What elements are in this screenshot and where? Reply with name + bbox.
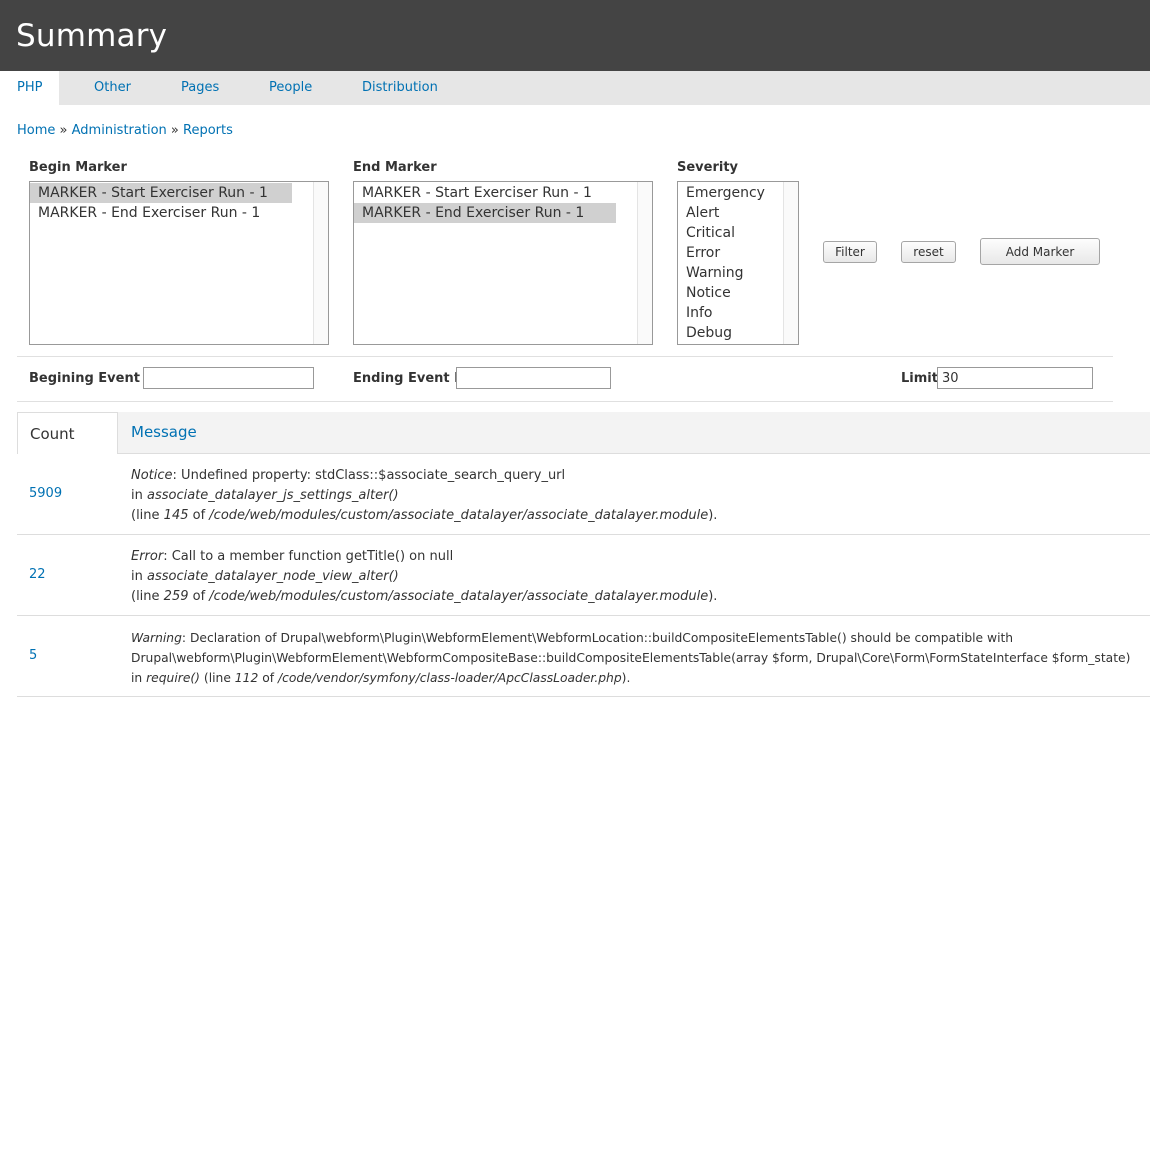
begin-event-id-input[interactable]: [143, 367, 314, 389]
limit-input[interactable]: [937, 367, 1093, 389]
message-text: : Declaration of Drupal\webform\Plugin\W…: [181, 631, 1014, 645]
message-end: ).: [708, 508, 718, 523]
scrollbar[interactable]: [783, 182, 798, 344]
severity-option-error[interactable]: Error: [678, 243, 798, 263]
begin-marker-option[interactable]: MARKER - End Exerciser Run - 1: [30, 203, 292, 223]
page-header: Summary: [0, 0, 1150, 71]
scrollbar[interactable]: [637, 182, 652, 344]
message-cell: Warning: Declaration of Drupal\webform\P…: [131, 628, 1130, 688]
count-link[interactable]: 5: [29, 648, 37, 663]
severity-option-critical[interactable]: Critical: [678, 223, 798, 243]
function-name: associate_datalayer_node_view_alter(): [146, 569, 399, 584]
divider: [17, 401, 1113, 402]
message-of: of: [188, 508, 210, 523]
begin-marker-label: Begin Marker: [29, 160, 127, 175]
table-row: 22 Error: Call to a member function getT…: [17, 535, 1150, 616]
table-header: Count Message: [17, 412, 1150, 454]
severity-option-debug[interactable]: Debug: [678, 323, 798, 343]
end-marker-option[interactable]: MARKER - End Exerciser Run - 1: [354, 203, 616, 223]
tab-distribution[interactable]: Distribution: [345, 71, 455, 105]
page-title: Summary: [16, 18, 168, 54]
breadcrumb-reports[interactable]: Reports: [183, 123, 233, 138]
file-path: /code/web/modules/custom/associate_datal…: [209, 589, 709, 604]
message-end: ).: [708, 589, 718, 604]
message-line-prefix: (line: [131, 589, 164, 604]
divider: [17, 356, 1113, 357]
line-number: 112: [234, 671, 259, 685]
function-name: require(): [146, 671, 200, 685]
count-link[interactable]: 22: [29, 567, 46, 582]
end-marker-option[interactable]: MARKER - Start Exerciser Run - 1: [354, 183, 616, 203]
function-name: associate_datalayer_js_settings_alter(): [146, 488, 399, 503]
end-marker-label: End Marker: [353, 160, 437, 175]
tab-pages[interactable]: Pages: [164, 71, 236, 105]
severity-option-info[interactable]: Info: [678, 303, 798, 323]
message-cell: Notice: Undefined property: stdClass::$a…: [131, 466, 717, 526]
tab-php[interactable]: PHP: [0, 71, 60, 105]
column-header-count[interactable]: Count: [17, 412, 118, 454]
breadcrumb-separator: »: [59, 123, 68, 138]
breadcrumb: Home » Administration » Reports: [17, 123, 233, 138]
table-row: 5 Warning: Declaration of Drupal\webform…: [17, 616, 1150, 697]
limit-label: Limit: [901, 371, 938, 386]
add-marker-button[interactable]: Add Marker: [980, 238, 1100, 265]
column-header-message[interactable]: Message: [131, 423, 197, 441]
log-summary-table: Count Message 5909 Notice: Undefined pro…: [17, 412, 1150, 697]
message-cell: Error: Call to a member function getTitl…: [131, 547, 717, 607]
reset-button[interactable]: reset: [901, 241, 956, 263]
begin-marker-option[interactable]: MARKER - Start Exerciser Run - 1: [30, 183, 292, 203]
message-end: ).: [621, 671, 631, 685]
message-line-prefix: (line: [131, 508, 164, 523]
line-number: 259: [163, 589, 189, 604]
filter-button[interactable]: Filter: [823, 241, 877, 263]
begin-event-id-label: Begining Event ID: [29, 371, 161, 386]
end-event-id-input[interactable]: [456, 367, 611, 389]
breadcrumb-administration[interactable]: Administration: [72, 123, 167, 138]
tab-bar: PHP Other Pages People Distribution: [0, 71, 1150, 105]
message-line-prefix: (line: [199, 671, 235, 685]
severity-option-notice[interactable]: Notice: [678, 283, 798, 303]
tab-other[interactable]: Other: [77, 71, 148, 105]
breadcrumb-home[interactable]: Home: [17, 123, 55, 138]
message-text-continued: Drupal\webform\Plugin\WebformElement\Web…: [131, 651, 1131, 665]
message-text: : Call to a member function getTitle() o…: [163, 549, 454, 564]
severity-type: Warning: [131, 631, 182, 645]
severity-option-alert[interactable]: Alert: [678, 203, 798, 223]
severity-option-emergency[interactable]: Emergency: [678, 183, 798, 203]
severity-type: Notice: [131, 468, 173, 483]
severity-label: Severity: [677, 160, 739, 175]
message-in: in: [131, 569, 147, 584]
line-number: 145: [163, 508, 189, 523]
message-text: : Undefined property: stdClass::$associa…: [172, 468, 566, 483]
severity-type: Error: [131, 549, 164, 564]
file-path: /code/web/modules/custom/associate_datal…: [209, 508, 709, 523]
scrollbar[interactable]: [313, 182, 328, 344]
message-of: of: [188, 589, 210, 604]
message-in: in: [131, 488, 147, 503]
end-marker-select[interactable]: MARKER - Start Exerciser Run - 1 MARKER …: [353, 181, 653, 345]
breadcrumb-separator: »: [170, 123, 179, 138]
begin-marker-select[interactable]: MARKER - Start Exerciser Run - 1 MARKER …: [29, 181, 329, 345]
severity-select[interactable]: Emergency Alert Critical Error Warning N…: [677, 181, 799, 345]
message-of: of: [258, 671, 278, 685]
tab-people[interactable]: People: [252, 71, 329, 105]
message-in: in: [131, 671, 147, 685]
end-event-id-label: Ending Event ID: [353, 371, 470, 386]
file-path: /code/vendor/symfony/class-loader/ApcCla…: [277, 671, 622, 685]
severity-option-warning[interactable]: Warning: [678, 263, 798, 283]
table-row: 5909 Notice: Undefined property: stdClas…: [17, 454, 1150, 535]
count-link[interactable]: 5909: [29, 486, 62, 501]
